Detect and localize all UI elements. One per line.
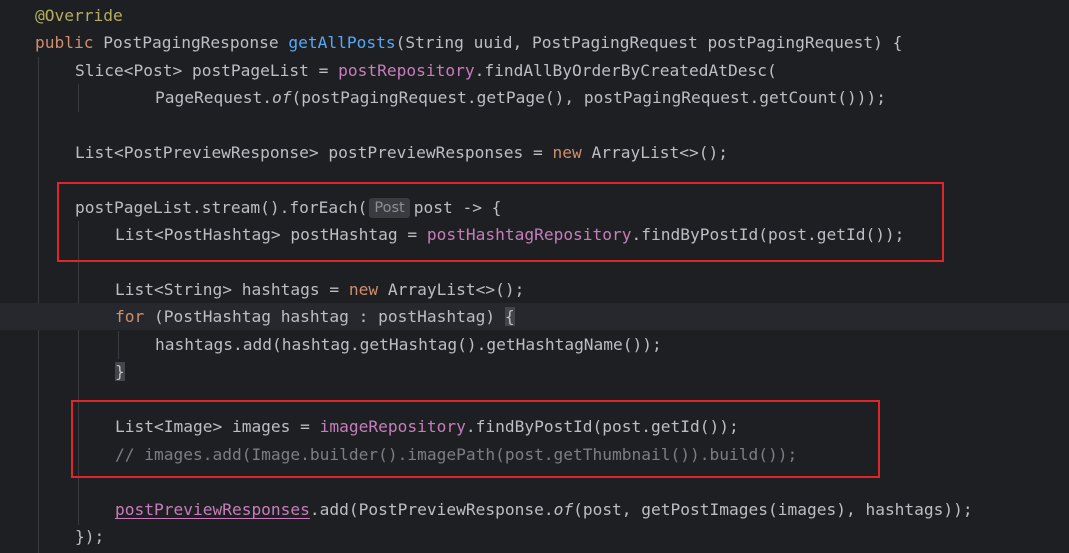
code-line-12-current[interactable]: for (PostHashtag hashtag : postHashtag) … bbox=[0, 303, 1069, 331]
code-line-4[interactable]: PageRequest.of(postPagingRequest.getPage… bbox=[0, 84, 1069, 111]
code-editor[interactable]: @Override public PostPagingResponse getA… bbox=[0, 0, 1069, 553]
code-line-11[interactable]: List<String> hashtags = new ArrayList<>(… bbox=[0, 276, 1069, 303]
highlight-box-image-query bbox=[71, 400, 880, 478]
keyword: public bbox=[35, 33, 94, 52]
matched-brace: { bbox=[504, 307, 515, 326]
code-line-1[interactable]: @Override bbox=[0, 2, 1069, 29]
matched-brace: } bbox=[115, 362, 125, 381]
declaration: List<String> hashtags = bbox=[115, 280, 349, 299]
code-line-3[interactable]: Slice<Post> postPageList = postRepositor… bbox=[0, 57, 1069, 84]
code-text: (post, getPostImages(images), hashtags))… bbox=[573, 500, 973, 519]
keyword: new bbox=[348, 280, 379, 299]
declaration: Slice<Post> postPageList = bbox=[75, 61, 339, 80]
code-line-19[interactable]: postPreviewResponses.add(PostPreviewResp… bbox=[0, 496, 1069, 523]
highlight-box-hashtag-query bbox=[57, 182, 944, 262]
method-call: .findAllByOrderByCreatedAtDesc( bbox=[474, 61, 777, 80]
static-call: of bbox=[271, 88, 292, 107]
annotation: @Override bbox=[35, 6, 123, 25]
code-text: PageRequest. bbox=[155, 88, 272, 107]
code-text: hashtags.add(hashtag.getHashtag().getHas… bbox=[155, 335, 662, 354]
code-text: (postPagingRequest.getPage(), postPaging… bbox=[291, 88, 886, 107]
code-text: .add(PostPreviewResponse. bbox=[309, 500, 554, 519]
keyword: new bbox=[552, 143, 582, 162]
code-text: ArrayList<>(); bbox=[581, 143, 728, 162]
field-reference: postRepository bbox=[338, 61, 475, 80]
keyword: for bbox=[115, 307, 145, 326]
field-reference: postPreviewResponses bbox=[115, 500, 310, 519]
code-text: }); bbox=[75, 527, 105, 546]
static-call: of bbox=[553, 500, 574, 519]
code-line-20[interactable]: }); bbox=[0, 523, 1069, 550]
code-text: (PostHashtag hashtag : postHashtag) bbox=[144, 307, 505, 326]
return-type: PostPagingResponse bbox=[93, 33, 289, 52]
declaration: List<PostPreviewResponse> postPreviewRes… bbox=[75, 143, 553, 162]
method-params: (String uuid, PostPagingRequest postPagi… bbox=[395, 33, 903, 52]
code-line-6[interactable]: List<PostPreviewResponse> postPreviewRes… bbox=[0, 139, 1069, 166]
code-line-2[interactable]: public PostPagingResponse getAllPosts(St… bbox=[0, 29, 1069, 56]
code-line-13[interactable]: hashtags.add(hashtag.getHashtag().getHas… bbox=[0, 331, 1069, 358]
code-line-14[interactable]: } bbox=[0, 358, 1069, 385]
code-text: ArrayList<>(); bbox=[378, 280, 525, 299]
method-name: getAllPosts bbox=[288, 33, 396, 52]
